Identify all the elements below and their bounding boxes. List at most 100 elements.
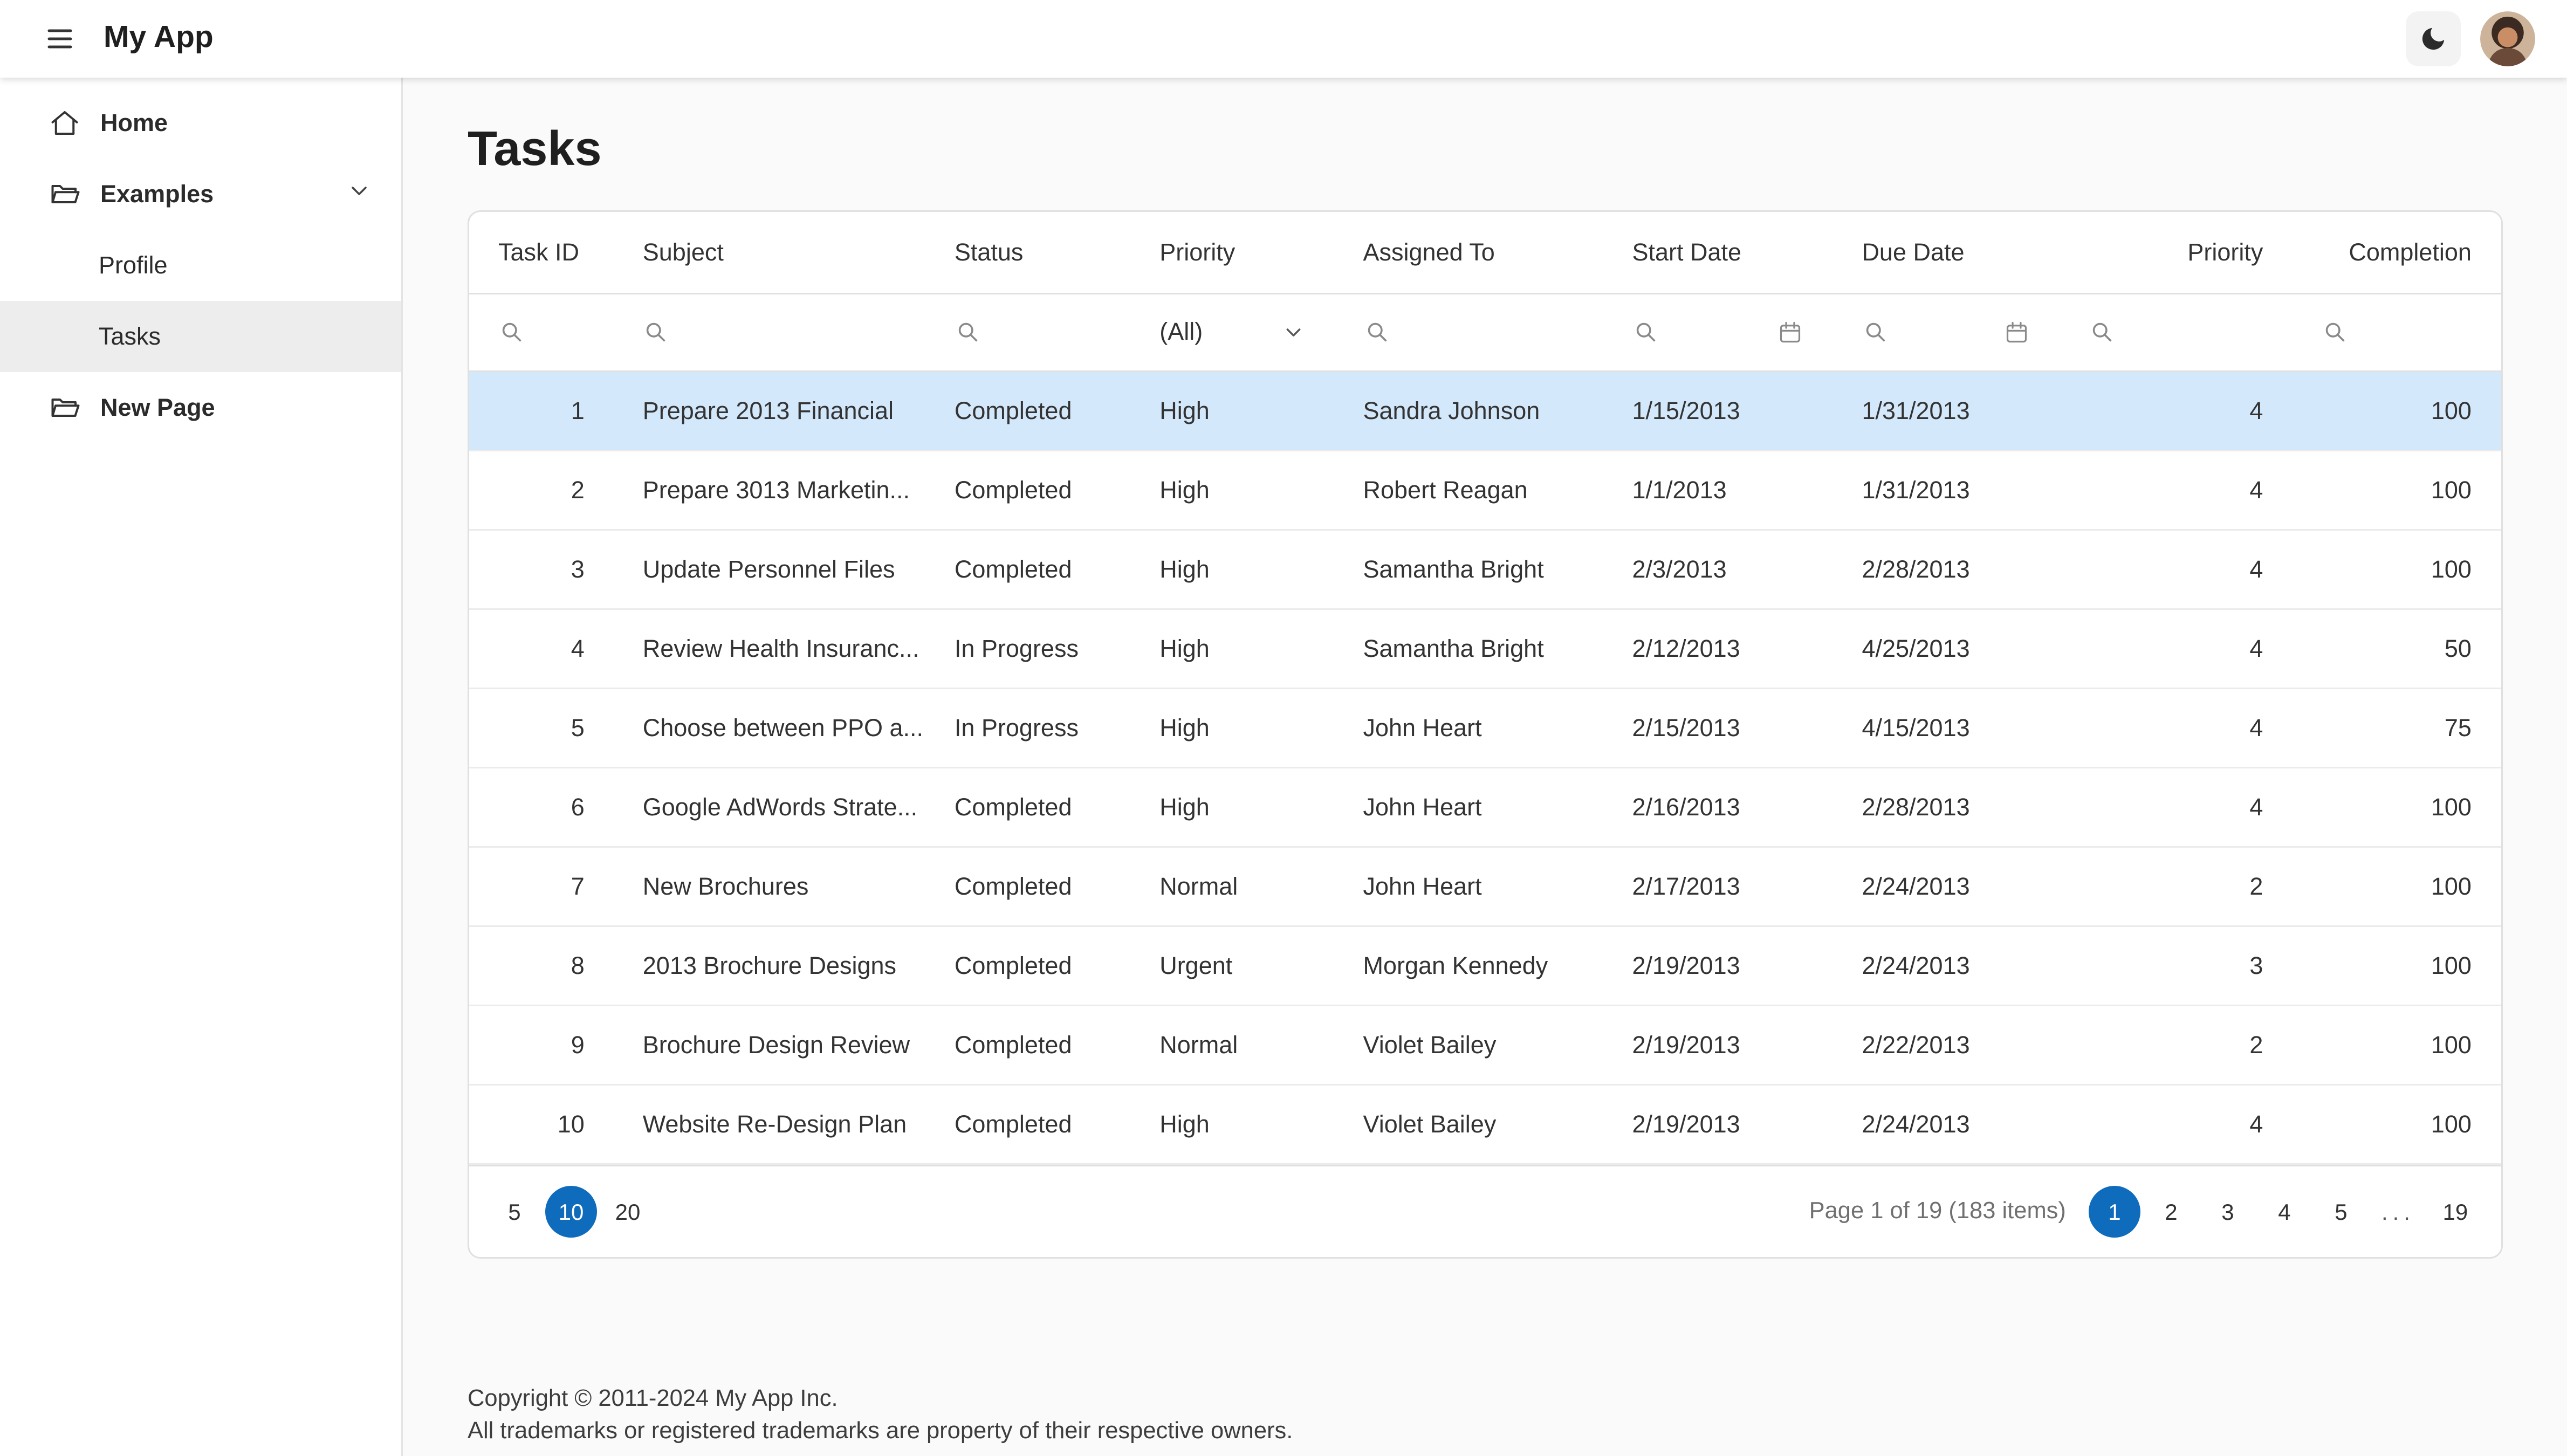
page-footer: Copyright © 2011-2024 My App Inc. All tr… xyxy=(468,1385,2502,1448)
table-row[interactable]: 5 Choose between PPO a... In Progress Hi… xyxy=(469,688,2501,768)
filter-assigned-to[interactable] xyxy=(1334,293,1603,372)
sidebar-item-examples[interactable]: Examples xyxy=(0,159,401,230)
cell-status: Completed xyxy=(925,767,1131,848)
page-19-button[interactable]: 19 xyxy=(2429,1186,2481,1238)
column-header-completion[interactable]: Completion xyxy=(2292,212,2501,294)
cell-completion: 100 xyxy=(2292,1005,2501,1086)
folder-icon xyxy=(49,392,81,424)
column-header-priority-num[interactable]: Priority xyxy=(2059,212,2293,294)
column-header-assigned-to[interactable]: Assigned To xyxy=(1334,212,1603,294)
cell-due-date: 4/15/2013 xyxy=(1832,688,2060,768)
search-icon xyxy=(1363,319,1391,346)
top-bar-right xyxy=(2405,11,2535,66)
table-row[interactable]: 2 Prepare 3013 Marketin... Completed Hig… xyxy=(469,450,2501,531)
table-row[interactable]: 1 Prepare 2013 Financial Completed High … xyxy=(469,371,2501,451)
sidebar-item-profile[interactable]: Profile xyxy=(0,230,401,301)
priority-filter-value: (All) xyxy=(1159,319,1203,346)
cell-priority: Normal xyxy=(1130,847,1334,927)
page-selector: 1 2 3 4 5... 19 xyxy=(2088,1186,2481,1238)
column-header-status[interactable]: Status xyxy=(925,212,1131,294)
table-row[interactable]: 10 Website Re-Design Plan Completed High… xyxy=(469,1084,2501,1165)
cell-due-date: 1/31/2013 xyxy=(1832,450,2060,531)
user-avatar[interactable] xyxy=(2479,11,2535,66)
filter-status[interactable] xyxy=(925,293,1131,372)
cell-status: Completed xyxy=(925,450,1131,531)
search-icon xyxy=(1862,319,1889,346)
column-header-due-date[interactable]: Due Date xyxy=(1832,212,2060,294)
sidebar-item-label: Profile xyxy=(99,251,168,279)
cell-completion: 100 xyxy=(2292,847,2501,927)
calendar-icon[interactable] xyxy=(2002,319,2030,346)
sidebar-item-label: Examples xyxy=(100,180,214,208)
cell-task-id: 7 xyxy=(469,847,614,927)
sidebar-item-new-page[interactable]: New Page xyxy=(0,372,401,443)
page-size-10-button[interactable]: 10 xyxy=(545,1186,597,1238)
cell-task-id: 4 xyxy=(469,609,614,689)
calendar-icon[interactable] xyxy=(1776,319,1803,346)
sidebar-item-label: New Page xyxy=(100,394,215,422)
cell-assigned-to: Samantha Bright xyxy=(1334,609,1603,689)
tasks-data-grid: Task ID Subject Status Priority Assigned… xyxy=(468,210,2502,1259)
cell-subject: Review Health Insuranc... xyxy=(613,609,925,689)
cell-completion: 100 xyxy=(2292,767,2501,848)
cell-completion: 100 xyxy=(2292,1084,2501,1165)
cell-completion: 75 xyxy=(2292,688,2501,768)
sidebar-item-label: Home xyxy=(100,109,168,137)
filter-priority-num[interactable] xyxy=(2059,293,2293,372)
filter-due-date[interactable] xyxy=(1832,293,2060,372)
top-bar: My App xyxy=(0,0,2567,78)
page-4-button[interactable]: 4 xyxy=(2259,1186,2310,1238)
chevron-down-icon xyxy=(1281,320,1305,345)
table-row[interactable]: 4 Review Health Insuranc... In Progress … xyxy=(469,609,2501,689)
cell-priority-num: 4 xyxy=(2059,371,2293,451)
cell-priority: High xyxy=(1130,688,1334,768)
cell-assigned-to: Violet Bailey xyxy=(1334,1084,1603,1165)
page-size-5-button[interactable]: 5 xyxy=(489,1186,540,1238)
table-row[interactable]: 6 Google AdWords Strate... Completed Hig… xyxy=(469,767,2501,848)
pager-info: Page 1 of 19 (183 items) xyxy=(1809,1199,2066,1225)
column-header-priority[interactable]: Priority xyxy=(1130,212,1334,294)
home-icon xyxy=(49,107,81,139)
cell-task-id: 10 xyxy=(469,1084,614,1165)
filter-priority-select[interactable]: (All) xyxy=(1130,293,1334,372)
filter-subject[interactable] xyxy=(613,293,925,372)
cell-subject: 2013 Brochure Designs xyxy=(613,926,925,1006)
column-header-subject[interactable]: Subject xyxy=(613,212,925,294)
page-size-20-button[interactable]: 20 xyxy=(602,1186,654,1238)
table-row[interactable]: 7 New Brochures Completed Normal John He… xyxy=(469,847,2501,927)
cell-start-date: 2/15/2013 xyxy=(1603,688,1833,768)
theme-toggle-button[interactable] xyxy=(2405,11,2460,66)
cell-status: Completed xyxy=(925,847,1131,927)
cell-assigned-to: John Heart xyxy=(1334,847,1603,927)
cell-start-date: 1/1/2013 xyxy=(1603,450,1833,531)
filter-completion[interactable] xyxy=(2292,293,2501,372)
cell-subject: Choose between PPO a... xyxy=(613,688,925,768)
filter-task-id[interactable] xyxy=(469,293,614,372)
sidebar-item-home[interactable]: Home xyxy=(0,87,401,159)
table-row[interactable]: 8 2013 Brochure Designs Completed Urgent… xyxy=(469,926,2501,1006)
cell-priority-num: 2 xyxy=(2059,847,2293,927)
search-icon xyxy=(2321,319,2349,346)
hamburger-menu-button[interactable] xyxy=(32,11,87,66)
avatar-image xyxy=(2479,11,2535,66)
cell-subject: New Brochures xyxy=(613,847,925,927)
page-3-button[interactable]: 3 xyxy=(2202,1186,2254,1238)
cell-subject: Update Personnel Files xyxy=(613,530,925,610)
sidebar-item-tasks[interactable]: Tasks xyxy=(0,301,401,372)
cell-priority-num: 4 xyxy=(2059,1084,2293,1165)
column-header-task-id[interactable]: Task ID xyxy=(469,212,614,294)
page-1-button[interactable]: 1 xyxy=(2088,1186,2140,1238)
page-title: Tasks xyxy=(468,123,602,176)
column-header-start-date[interactable]: Start Date xyxy=(1603,212,1833,294)
cell-completion: 100 xyxy=(2292,450,2501,531)
cell-task-id: 1 xyxy=(469,371,614,451)
table-row[interactable]: 3 Update Personnel Files Completed High … xyxy=(469,530,2501,610)
cell-priority-num: 3 xyxy=(2059,926,2293,1006)
page-2-button[interactable]: 2 xyxy=(2145,1186,2197,1238)
table-row[interactable]: 9 Brochure Design Review Completed Norma… xyxy=(469,1005,2501,1086)
footer-trademarks: All trademarks or registered trademarks … xyxy=(468,1418,1293,1444)
page-5-button[interactable]: 5 xyxy=(2315,1186,2367,1238)
filter-start-date[interactable] xyxy=(1603,293,1833,372)
cell-assigned-to: John Heart xyxy=(1334,767,1603,848)
search-icon xyxy=(1632,319,1659,346)
